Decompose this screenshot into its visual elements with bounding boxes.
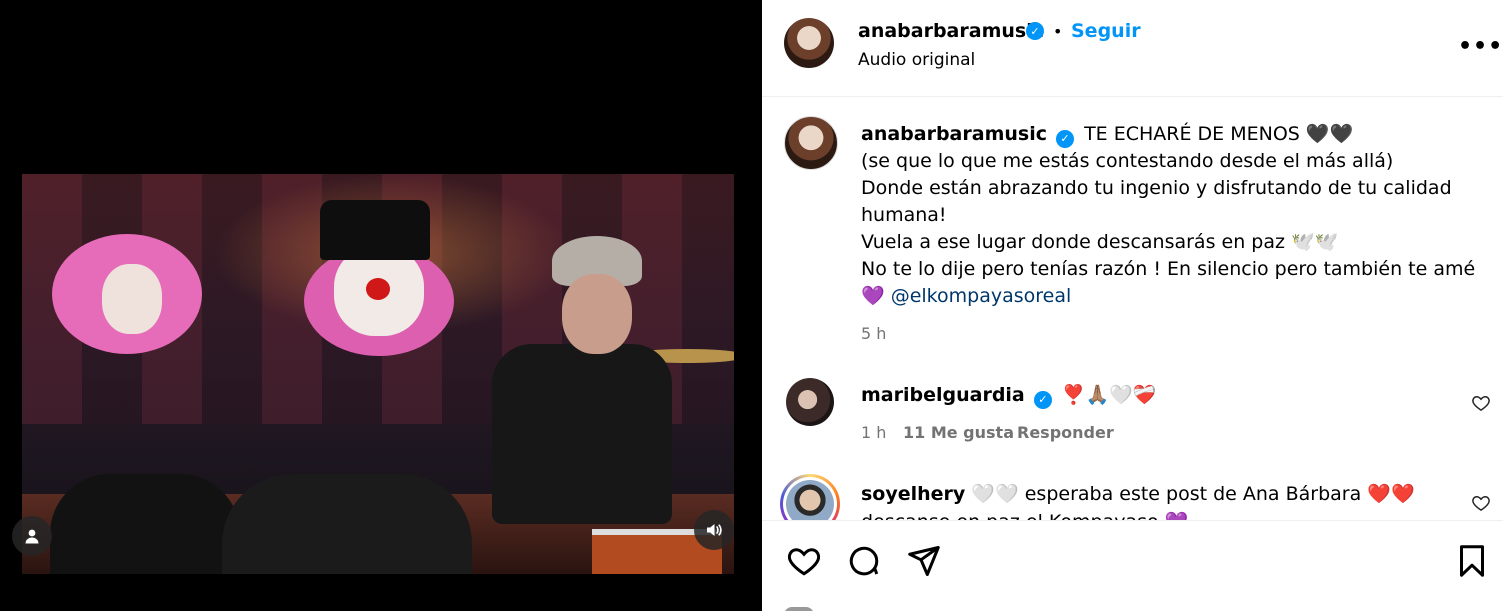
share-icon[interactable] — [906, 543, 942, 579]
story-ring-avatar[interactable] — [780, 474, 840, 520]
comment-row: soyelhery 🤍🤍 esperaba este post de Ana B… — [861, 482, 1415, 505]
heart-icon[interactable] — [786, 543, 822, 579]
tagged-users-button[interactable] — [12, 516, 52, 556]
caption-timestamp[interactable]: 5 h — [861, 324, 886, 343]
sound-toggle-button[interactable] — [694, 510, 734, 550]
mention-link[interactable]: @elkompayasoreal — [891, 285, 1072, 307]
verified-icon: ✓ — [1026, 22, 1044, 40]
reply-button[interactable]: Responder — [1017, 423, 1114, 442]
comment-icon[interactable] — [846, 543, 882, 579]
left-singer-face — [102, 264, 162, 334]
action-bar — [762, 520, 1503, 611]
comment-row: maribelguardia ✓ ❣️🙏🏽🤍❤️‍🩹 — [861, 383, 1157, 409]
comment-avatar — [786, 480, 834, 520]
follow-button[interactable]: Seguir — [1071, 20, 1141, 42]
verified-icon: ✓ — [1033, 390, 1052, 409]
comment-text: 🤍🤍 esperaba este post de Ana Bárbara ❤️❤… — [971, 483, 1415, 505]
purple-heart-emoji: 💜 — [861, 285, 885, 307]
comment-like-heart-icon[interactable] — [1471, 493, 1491, 513]
bookmark-icon[interactable] — [1454, 543, 1490, 579]
caption-line: (se que lo que me estás contestando desd… — [861, 150, 1394, 172]
caption-avatar[interactable] — [784, 116, 838, 170]
user-icon — [25, 529, 39, 544]
avatar-frame — [783, 477, 837, 520]
caption-line: TE ECHARÉ DE MENOS 🖤🖤 — [1084, 123, 1354, 145]
drummer-figure — [492, 344, 672, 524]
comment-like-heart-icon[interactable] — [1471, 393, 1491, 413]
caption: anabarbaramusic ✓ TE ECHARÉ DE MENOS 🖤🖤 … — [861, 121, 1481, 310]
verified-icon: ✓ — [1056, 129, 1075, 148]
post-media — [0, 0, 762, 611]
post-author-username[interactable]: anabarbaramusic — [858, 20, 1044, 42]
caption-line: humana! — [861, 204, 947, 226]
separator-dot: • — [1053, 22, 1063, 41]
caption-line: Vuela a ese lugar donde descansarás en p… — [861, 231, 1339, 253]
post-side-panel: anabarbaramusic ✓ • Seguir Audio origina… — [762, 0, 1503, 611]
video-player[interactable] — [22, 174, 734, 574]
next-avatar-peek — [784, 607, 814, 611]
center-singer-figure — [222, 474, 472, 574]
caption-line: No te lo dije pero tenías razón ! En sil… — [861, 258, 1476, 280]
comment-username[interactable]: maribelguardia — [861, 384, 1025, 406]
comment-avatar[interactable] — [786, 378, 834, 426]
caption-line: Donde están abrazando tu ingenio y disfr… — [861, 177, 1452, 199]
comment-likes[interactable]: 11 Me gusta — [903, 423, 1014, 442]
drummer-face — [562, 274, 632, 354]
audio-label[interactable]: Audio original — [858, 50, 975, 70]
comment-username[interactable]: soyelhery — [861, 483, 965, 505]
comment-timestamp[interactable]: 1 h — [861, 423, 886, 442]
avatar[interactable] — [784, 18, 834, 68]
left-singer-figure — [50, 474, 240, 574]
comment-text-line2: descanse en paz el Kompayaso 💜 — [861, 510, 1188, 520]
volume-icon — [707, 524, 722, 536]
post-header: anabarbaramusic ✓ • Seguir Audio origina… — [762, 0, 1503, 97]
clown-nose — [366, 278, 390, 300]
comments-scroll-area[interactable]: anabarbaramusic ✓ TE ECHARÉ DE MENOS 🖤🖤 … — [762, 97, 1503, 520]
top-hat — [320, 200, 430, 260]
more-options-icon[interactable]: ••• — [1458, 34, 1503, 59]
caption-username[interactable]: anabarbaramusic — [861, 123, 1047, 145]
comment-text: ❣️🙏🏽🤍❤️‍🩹 — [1061, 384, 1157, 406]
